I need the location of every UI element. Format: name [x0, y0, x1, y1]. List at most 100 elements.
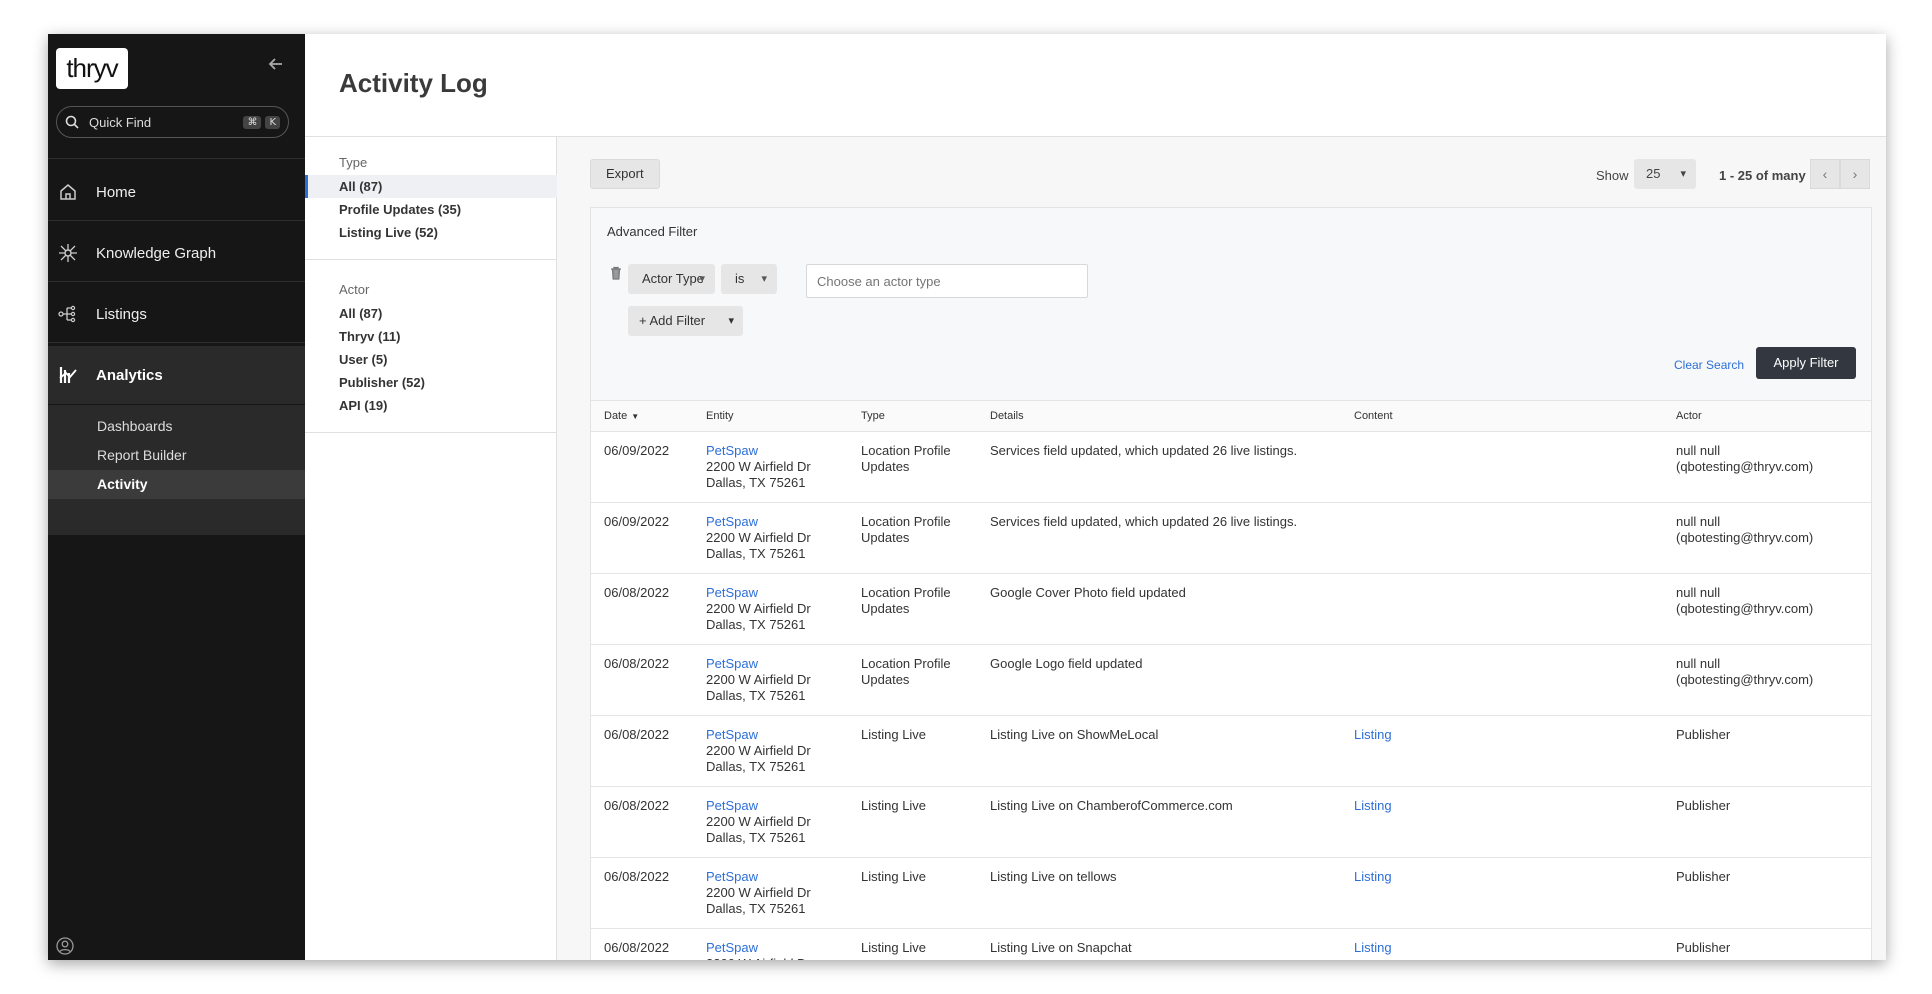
row-type-line2: Updates [861, 672, 910, 687]
entity-address-line2: Dallas, TX 75261 [706, 546, 806, 561]
chevron-down-icon: ▾ [1680, 168, 1686, 180]
content-link[interactable]: Listing [1354, 869, 1392, 884]
nav-item-home[interactable]: Home [48, 163, 305, 221]
entity-link[interactable]: PetSpaw [706, 869, 811, 885]
nav-item-analytics[interactable]: Analytics [48, 346, 305, 404]
nav-item-knowledge-graph[interactable]: Knowledge Graph [48, 224, 305, 282]
row-details: Google Logo field updated [990, 656, 1143, 671]
actor-filter-publisher[interactable]: Publisher (52) [305, 371, 557, 394]
thryv-logo[interactable]: thryv [56, 48, 128, 89]
row-details: Listing Live on ChamberofCommerce.com [990, 798, 1233, 813]
actor-type-input[interactable] [806, 264, 1088, 298]
type-filter-all[interactable]: All (87) [305, 175, 557, 198]
user-account-icon[interactable] [56, 937, 74, 955]
row-date: 06/08/2022 [604, 656, 670, 671]
entity-link[interactable]: PetSpaw [706, 443, 811, 459]
type-filter-title: Type [339, 155, 368, 170]
row-entity: PetSpaw 2200 W Airfield Dr Dallas, TX 75… [706, 940, 811, 960]
row-actor-line1: Publisher [1676, 940, 1731, 955]
column-header-details: Details [990, 410, 1024, 422]
column-label: Date [604, 410, 628, 422]
subnav-item-activity[interactable]: Activity [48, 470, 305, 499]
content-area: Export Show 25 ▾ 1 - 25 of many ‹ › Adva… [557, 137, 1886, 960]
content-link[interactable]: Listing [1354, 798, 1392, 813]
entity-address-line2: Dallas, TX 75261 [706, 617, 806, 632]
filter-divider [305, 259, 557, 260]
next-page-button[interactable]: › [1840, 159, 1870, 189]
row-date: 06/09/2022 [604, 514, 670, 529]
row-actor-line1: Publisher [1676, 869, 1731, 884]
trash-icon[interactable] [610, 266, 622, 280]
row-entity: PetSpaw 2200 W Airfield Dr Dallas, TX 75… [706, 869, 811, 917]
row-type-line2: Updates [861, 601, 910, 616]
add-filter-button[interactable]: + Add Filter ▾ [628, 306, 743, 336]
advanced-filter-title: Advanced Filter [607, 224, 698, 239]
row-type-line1: Listing Live [861, 940, 927, 955]
row-actor-line1: Publisher [1676, 798, 1731, 813]
quick-find-placeholder: Quick Find [89, 114, 152, 130]
analytics-subnav: Dashboards Report Builder Activity [48, 405, 305, 535]
actor-filter-all[interactable]: All (87) [305, 302, 557, 325]
row-actor-line1: null null [1676, 656, 1721, 671]
actor-filter-api[interactable]: API (19) [305, 394, 557, 417]
row-type: Listing Live [861, 940, 971, 956]
entity-address-line2: Dallas, TX 75261 [706, 901, 806, 916]
row-type-line1: Listing Live [861, 869, 927, 884]
nav-label-analytics: Analytics [96, 366, 163, 384]
row-entity: PetSpaw 2200 W Airfield Dr Dallas, TX 75… [706, 798, 811, 846]
row-type: Location Profile Updates [861, 585, 971, 617]
entity-address-line1: 2200 W Airfield Dr [706, 814, 811, 829]
add-filter-label: + Add Filter [639, 313, 706, 328]
row-actor-line2: (qbotesting@thryv.com) [1676, 601, 1814, 616]
quick-find-input[interactable]: Quick Find ⌘ K [56, 106, 289, 138]
page-size-select[interactable]: 25 ▾ [1634, 159, 1696, 189]
advanced-filter-box: Advanced Filter Actor Type ▾ is ▾ + Add … [590, 207, 1872, 401]
listings-icon [56, 302, 80, 326]
row-actor: Publisher [1676, 940, 1730, 956]
actor-filter-user[interactable]: User (5) [305, 348, 557, 371]
subnav-item-report-builder[interactable]: Report Builder [48, 441, 305, 470]
entity-link[interactable]: PetSpaw [706, 727, 811, 743]
collapse-sidebar-button[interactable] [266, 56, 286, 76]
entity-link[interactable]: PetSpaw [706, 656, 811, 672]
shortcut-cmd: ⌘ [243, 115, 262, 129]
entity-address-line1: 2200 W Airfield Dr [706, 530, 811, 545]
chevron-down-icon: ▾ [699, 273, 705, 285]
entity-link[interactable]: PetSpaw [706, 585, 811, 601]
row-type: Listing Live [861, 798, 971, 814]
entity-address-line2: Dallas, TX 75261 [706, 759, 806, 774]
arrow-left-icon [268, 58, 282, 70]
column-header-content: Content [1354, 410, 1393, 422]
entity-address-line1: 2200 W Airfield Dr [706, 672, 811, 687]
apply-filter-button[interactable]: Apply Filter [1756, 347, 1856, 379]
row-date: 06/08/2022 [604, 798, 670, 813]
content-link[interactable]: Listing [1354, 727, 1392, 742]
actor-filter-title: Actor [339, 282, 370, 297]
type-filter-profile-updates[interactable]: Profile Updates (35) [305, 198, 557, 221]
clear-search-link[interactable]: Clear Search [1674, 358, 1744, 372]
row-entity: PetSpaw 2200 W Airfield Dr Dallas, TX 75… [706, 585, 811, 633]
entity-link[interactable]: PetSpaw [706, 798, 811, 814]
filter-field-select[interactable]: Actor Type ▾ [628, 264, 715, 294]
pagination-info: 1 - 25 of many [1719, 168, 1806, 183]
column-header-date[interactable]: Date ▼ [604, 410, 639, 422]
row-actor-line1: null null [1676, 585, 1721, 600]
row-actor: Publisher [1676, 869, 1730, 885]
filter-operator-select[interactable]: is ▾ [721, 264, 777, 294]
entity-link[interactable]: PetSpaw [706, 940, 811, 956]
table-row: 06/08/2022 PetSpaw 2200 W Airfield Dr Da… [591, 858, 1871, 929]
row-entity: PetSpaw 2200 W Airfield Dr Dallas, TX 75… [706, 727, 811, 775]
row-actor: null null (qbotesting@thryv.com) [1676, 656, 1813, 688]
row-type-line1: Location Profile [861, 443, 951, 458]
prev-page-button[interactable]: ‹ [1810, 159, 1840, 189]
entity-link[interactable]: PetSpaw [706, 514, 811, 530]
nav-item-listings[interactable]: Listings [48, 285, 305, 343]
row-actor-line1: null null [1676, 443, 1721, 458]
type-filter-listing-live[interactable]: Listing Live (52) [305, 221, 557, 244]
subnav-item-dashboards[interactable]: Dashboards [48, 412, 305, 441]
analytics-icon [56, 363, 80, 387]
export-button[interactable]: Export [590, 159, 660, 189]
actor-filter-thryv[interactable]: Thryv (11) [305, 325, 557, 348]
content-link[interactable]: Listing [1354, 940, 1392, 955]
row-actor: null null (qbotesting@thryv.com) [1676, 443, 1813, 475]
